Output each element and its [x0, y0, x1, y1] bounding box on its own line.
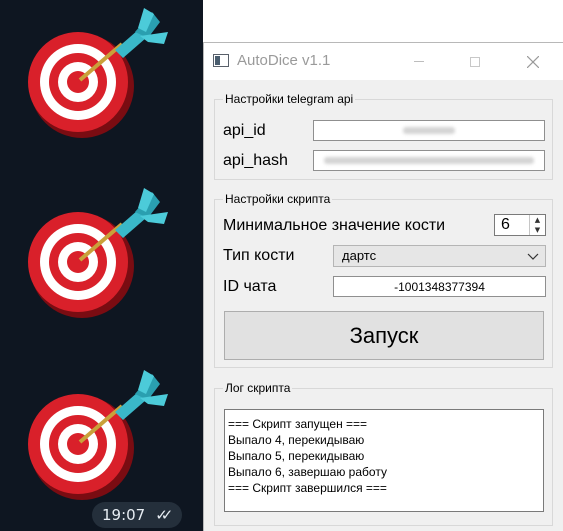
- min-value-label: Минимальное значение кости: [223, 217, 446, 234]
- chat-id-label: ID чата: [223, 278, 277, 295]
- dart-target-icon: [28, 188, 168, 318]
- redacted-value: [324, 157, 534, 164]
- chat-id-input[interactable]: -1001348377394: [333, 276, 546, 297]
- telegram-chat-panel: 19:07 ✓✓: [0, 0, 203, 531]
- close-button[interactable]: [510, 43, 556, 80]
- dart-sticker[interactable]: [20, 188, 180, 328]
- dart-sticker[interactable]: [20, 8, 180, 148]
- desktop-background: [203, 0, 563, 42]
- autodice-window: AutoDice v1.1 Настройки telegram api api…: [203, 42, 563, 531]
- script-settings-group: Настройки скрипта Минимальное значение к…: [214, 192, 553, 368]
- spin-down-icon[interactable]: ▼: [530, 225, 545, 235]
- api-hash-label: api_hash: [223, 152, 288, 169]
- double-check-icon: ✓✓: [155, 506, 173, 524]
- api-id-label: api_id: [223, 122, 266, 139]
- run-button[interactable]: Запуск: [224, 311, 544, 360]
- script-log-group: Лог скрипта === Скрипт запущен === Выпал…: [214, 381, 553, 526]
- dart-sticker[interactable]: [20, 370, 180, 510]
- log-line: === Скрипт завершился ===: [228, 481, 387, 495]
- chevron-down-icon: [527, 253, 539, 260]
- log-line: === Скрипт запущен ===: [228, 417, 368, 431]
- redacted-value: [403, 127, 455, 134]
- log-line: Выпало 5, перекидываю: [228, 449, 365, 463]
- minimize-button[interactable]: [396, 43, 442, 80]
- chat-id-value: -1001348377394: [394, 279, 485, 294]
- group-title: Лог скрипта: [223, 381, 293, 395]
- dice-type-label: Тип кости: [223, 247, 295, 264]
- log-line: Выпало 4, перекидываю: [228, 433, 365, 447]
- spinbox-value: 6: [501, 216, 510, 233]
- message-time: 19:07: [102, 506, 146, 524]
- dart-target-icon: [28, 370, 168, 500]
- api-id-input[interactable]: [313, 120, 545, 141]
- group-title: Настройки скрипта: [223, 192, 333, 206]
- app-window-icon: [213, 54, 229, 67]
- group-title: Настройки telegram api: [223, 92, 356, 106]
- title-bar[interactable]: AutoDice v1.1: [204, 43, 563, 80]
- maximize-button[interactable]: [452, 43, 498, 80]
- maximize-icon: [470, 56, 480, 67]
- dice-type-select[interactable]: дартс: [333, 245, 546, 267]
- dart-target-icon: [28, 8, 168, 138]
- spinbox-buttons: ▲ ▼: [529, 215, 545, 235]
- window-title: AutoDice v1.1: [237, 52, 331, 69]
- api-hash-input[interactable]: [313, 150, 545, 171]
- message-meta: 19:07 ✓✓: [92, 502, 182, 528]
- close-icon: [527, 55, 539, 68]
- log-line: Выпало 6, завершаю работу: [228, 465, 387, 479]
- telegram-settings-group: Настройки telegram api api_id api_hash: [214, 92, 553, 180]
- log-output[interactable]: === Скрипт запущен === Выпало 4, перекид…: [224, 409, 544, 512]
- minimize-icon: [414, 61, 424, 62]
- spin-up-icon[interactable]: ▲: [530, 215, 545, 225]
- selected-option: дартс: [342, 248, 377, 263]
- min-value-spinbox[interactable]: 6 ▲ ▼: [494, 214, 546, 236]
